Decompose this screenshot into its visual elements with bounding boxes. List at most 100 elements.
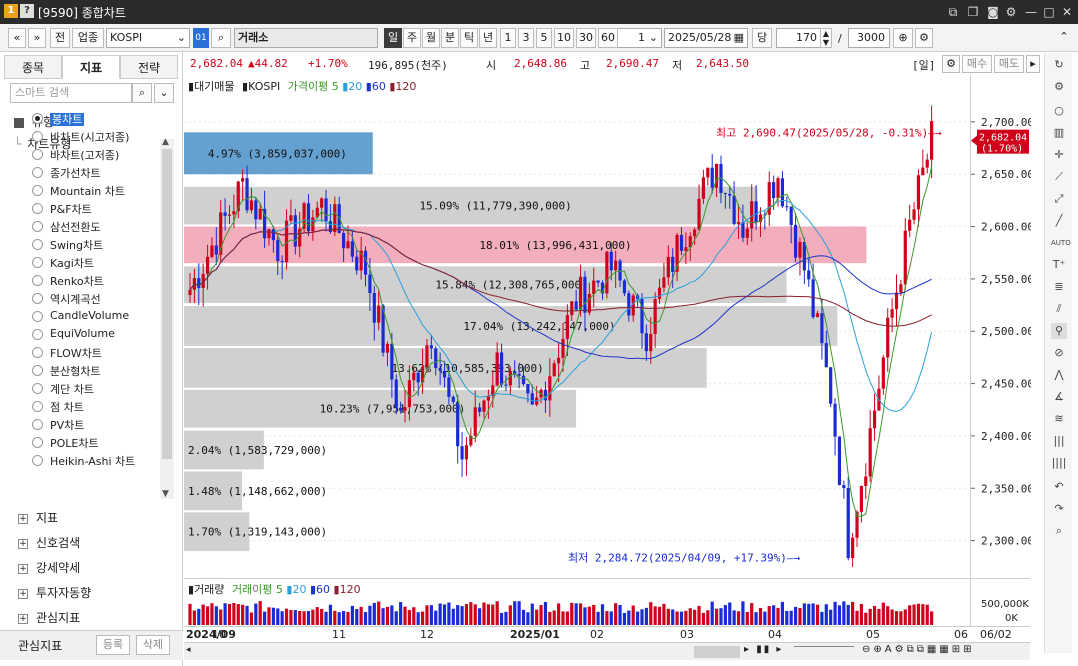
settings-icon[interactable]: ⚙ [915,28,933,48]
radio-icon[interactable] [32,401,43,412]
price-axis[interactable]: 2,300.00 2,350.00 2,400.00 2,450.00 2,500.00… [970,75,1034,577]
delete-button[interactable]: 삭제 [136,635,170,655]
indicator-group-item[interactable]: + 관심지표 [18,609,80,626]
help-icon[interactable]: ? [20,4,34,18]
search-icon[interactable]: ⌕ [211,28,231,48]
radio-icon[interactable] [32,167,43,178]
chart-type-item[interactable]: 점 차트 [50,399,84,415]
scroll-up-icon[interactable]: ▲ [162,137,169,147]
chart-type-item[interactable]: PV차트 [50,417,84,433]
chart-type-item[interactable]: Heikin-Ashi 차트 [50,453,135,469]
crosshair-icon[interactable]: ✛ [1051,147,1067,163]
calendar-icon[interactable]: ▦ [734,29,744,47]
chart-type-item[interactable]: Kagi차트 [50,255,94,271]
chart-type-item[interactable]: Renko차트 [50,273,104,289]
period-2-button[interactable]: 월 [422,28,440,48]
zoom-in-icon[interactable]: ⊕ [893,28,913,48]
pattern-tool-icon[interactable]: ⋀ [1051,367,1067,383]
chevron-down-icon[interactable]: ⌄ [154,83,174,103]
text-tool-icon[interactable]: T⁺ [1051,257,1067,273]
chart-type-item[interactable]: 삼선전환도 [50,219,101,235]
chart-type-item[interactable]: 바차트(시고저종) [50,129,129,145]
link-icon[interactable]: ⧉ [944,3,962,21]
period-1-button[interactable]: 주 [403,28,421,48]
period-3-button[interactable]: 분 [441,28,459,48]
chart-type-item[interactable]: 봉차트 [50,111,85,127]
grid-lines-icon[interactable]: |||| [1051,455,1067,471]
gear-icon[interactable]: ⚙ [1051,79,1067,95]
scroll-thumb[interactable] [694,646,740,658]
copy-window-icon[interactable]: ❐ [964,3,982,21]
close-icon[interactable]: ✕ [1058,3,1076,21]
stepper-icon[interactable]: ▲ ▼ [820,28,832,48]
radio-icon[interactable] [32,113,43,124]
indicator-group-item[interactable]: + 신호검색 [18,534,80,551]
search-icon[interactable]: ⌕ [132,83,152,103]
maximize-icon[interactable]: □ [1040,3,1058,21]
symbol-select[interactable]: KOSPI ⌄ [106,28,190,48]
radio-icon[interactable] [32,437,43,448]
radio-icon[interactable] [32,185,43,196]
trend-tool-icon[interactable]: ⟋ [1051,169,1067,185]
chart-type-item[interactable]: POLE차트 [50,435,99,451]
expand-icon[interactable]: + [18,563,28,574]
zoom-controls[interactable]: ⊖⊕A⚙⧉⧉▦▦⊞⊞ [862,644,975,655]
indicator-group-item[interactable]: + 지표 [18,509,58,526]
date-field[interactable]: 2025/05/28 ▦ [664,28,748,48]
radio-icon[interactable] [32,275,43,286]
price-chart[interactable]: 4.97% (3,859,037,000) 15.09% (11,779,390,… [184,75,970,577]
scroll-down-icon[interactable]: ▼ [162,489,169,499]
gear-icon[interactable]: ⚙ [1002,3,1020,21]
radio-icon[interactable] [32,257,43,268]
chart-type-item[interactable]: 분산형차트 [50,363,101,379]
radio-icon[interactable] [32,365,43,376]
line-tool-icon[interactable]: ╱ [1051,213,1067,229]
fib-tool-icon[interactable]: ≣ [1051,279,1067,295]
buy-button[interactable]: 매수 [962,55,992,73]
sector-button[interactable]: 업종 [72,28,104,48]
chart-type-item[interactable]: Mountain 차트 [50,183,125,199]
chart-type-item[interactable]: P&F차트 [50,201,92,217]
interval-30-button[interactable]: 30 [576,28,596,48]
smart-search-input[interactable]: 스마트 검색 [10,83,132,103]
period-0-button[interactable]: 일 [384,28,402,48]
expand-icon[interactable]: + [18,613,28,624]
radio-icon[interactable] [32,383,43,394]
expand-icon[interactable]: ⌃ [1056,28,1072,48]
expand-icon[interactable]: + [18,513,28,524]
scroll-left-icon[interactable]: ◂ [186,645,191,655]
expand-icon[interactable]: + [18,538,28,549]
radio-icon[interactable] [32,131,43,142]
wave-tool-icon[interactable]: ≋ [1051,411,1067,427]
redo-icon[interactable]: ↷ [1051,501,1067,517]
minimize-icon[interactable]: — [1022,3,1040,21]
radio-icon[interactable] [32,419,43,430]
chart-type-item[interactable]: 계단 차트 [50,381,94,397]
register-button[interactable]: 등록 [96,635,130,655]
vertical-lines-icon[interactable]: ||| [1051,433,1067,449]
zoom-tool-icon[interactable]: ⊘ [1051,345,1067,361]
chart-type-item[interactable]: EquiVolume [50,327,115,340]
channel-tool-icon[interactable]: ⫽ [1051,301,1067,317]
playback-controls[interactable]: ▸ ▮▮ ▸ [744,644,783,655]
camera-icon[interactable]: ◙ [984,3,1002,21]
next-button[interactable]: » [28,28,46,48]
chart-type-item[interactable]: CandleVolume [50,309,129,322]
radio-icon[interactable] [32,329,43,340]
radio-icon[interactable] [32,149,43,160]
angle-tool-icon[interactable]: ∡ [1051,389,1067,405]
period-4-button[interactable]: 틱 [460,28,478,48]
zoom-slider[interactable] [794,646,854,658]
scroll-right-icon[interactable]: ▸ [1026,55,1040,73]
list-scroll-thumb[interactable] [162,149,172,459]
prev-button[interactable]: « [8,28,26,48]
chart-gear-icon[interactable]: ⚙ [942,55,960,73]
bar-chart-icon[interactable]: ▥ [1051,125,1067,141]
radio-icon[interactable] [32,203,43,214]
interval-5-button[interactable]: 5 [536,28,552,48]
undo-icon[interactable]: ↶ [1051,479,1067,495]
auto-tool-icon[interactable]: AUTO [1051,235,1071,251]
radio-icon[interactable] [32,455,43,466]
interval-10-button[interactable]: 10 [554,28,574,48]
chart-type-item[interactable]: 종가선차트 [50,165,101,181]
